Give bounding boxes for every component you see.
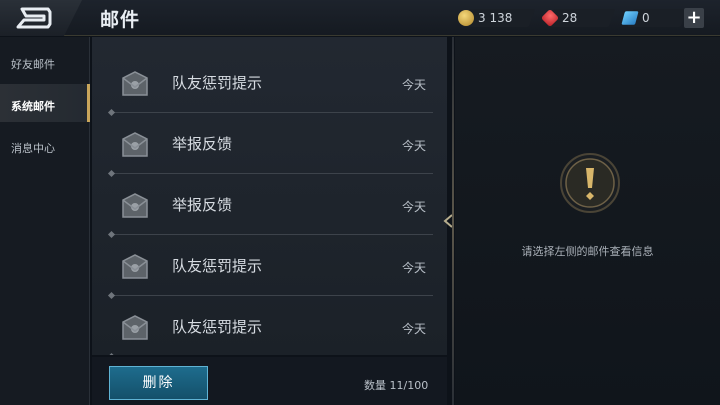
mail-detail-pane: 请选择左侧的邮件查看信息 [455, 37, 720, 405]
sidebar-item-system-mail[interactable]: 系统邮件 [0, 84, 90, 122]
mail-title: 队友惩罚提示 [172, 318, 263, 336]
coupon-counter: 0 [621, 8, 688, 28]
mail-item[interactable]: 举报反馈 今天 [92, 113, 447, 174]
back-arrow-icon [16, 7, 52, 29]
empty-hint: 请选择左侧的邮件查看信息 [521, 245, 654, 258]
mail-list: 队友惩罚提示 今天 举报反馈 今天 举报反馈 今天 队友惩罚提示 今天 队友惩罚… [92, 37, 447, 355]
sidebar-item-friend-mail[interactable]: 好友邮件 [0, 42, 90, 80]
mail-title: 队友惩罚提示 [172, 257, 263, 275]
envelope-icon [122, 254, 148, 279]
mail-title: 举报反馈 [172, 196, 233, 214]
mail-item[interactable]: 队友惩罚提示 今天 [92, 296, 447, 355]
gold-value: 3 138 [478, 11, 513, 25]
sidebar-item-message-center[interactable]: 消息中心 [0, 126, 90, 164]
mail-date: 今天 [402, 78, 427, 92]
mail-footer: 删除 数量 11/100 [92, 357, 447, 405]
gold-coin-icon [458, 10, 474, 26]
gold-counter: 3 138 [458, 8, 536, 28]
exclamation-badge-icon [560, 153, 620, 213]
envelope-icon [122, 193, 148, 218]
panel-divider [452, 37, 454, 405]
page-title: 邮件 [100, 9, 141, 31]
mail-date: 今天 [402, 139, 427, 153]
mail-count: 数量 11/100 [364, 379, 429, 392]
add-currency-button[interactable]: + [684, 8, 704, 28]
mail-item[interactable]: 队友惩罚提示 今天 [92, 52, 447, 113]
gem-value: 28 [562, 11, 578, 25]
mail-item[interactable]: 队友惩罚提示 今天 [92, 235, 447, 296]
envelope-icon [122, 132, 148, 157]
envelope-icon [122, 71, 148, 96]
mail-date: 今天 [402, 200, 427, 214]
mail-item[interactable]: 举报反馈 今天 [92, 174, 447, 235]
envelope-icon [122, 315, 148, 340]
top-bar: 邮件 3 138 28 0 + [0, 0, 720, 36]
back-button[interactable] [0, 0, 82, 36]
mail-title: 举报反馈 [172, 135, 233, 153]
mail-date: 今天 [402, 261, 427, 275]
sidebar: 好友邮件 系统邮件 消息中心 [0, 37, 90, 405]
coupon-value: 0 [642, 11, 650, 25]
mail-date: 今天 [402, 322, 427, 336]
delete-button[interactable]: 删除 [109, 366, 208, 400]
mail-title: 队友惩罚提示 [172, 74, 263, 92]
gem-counter: 28 [540, 8, 616, 28]
